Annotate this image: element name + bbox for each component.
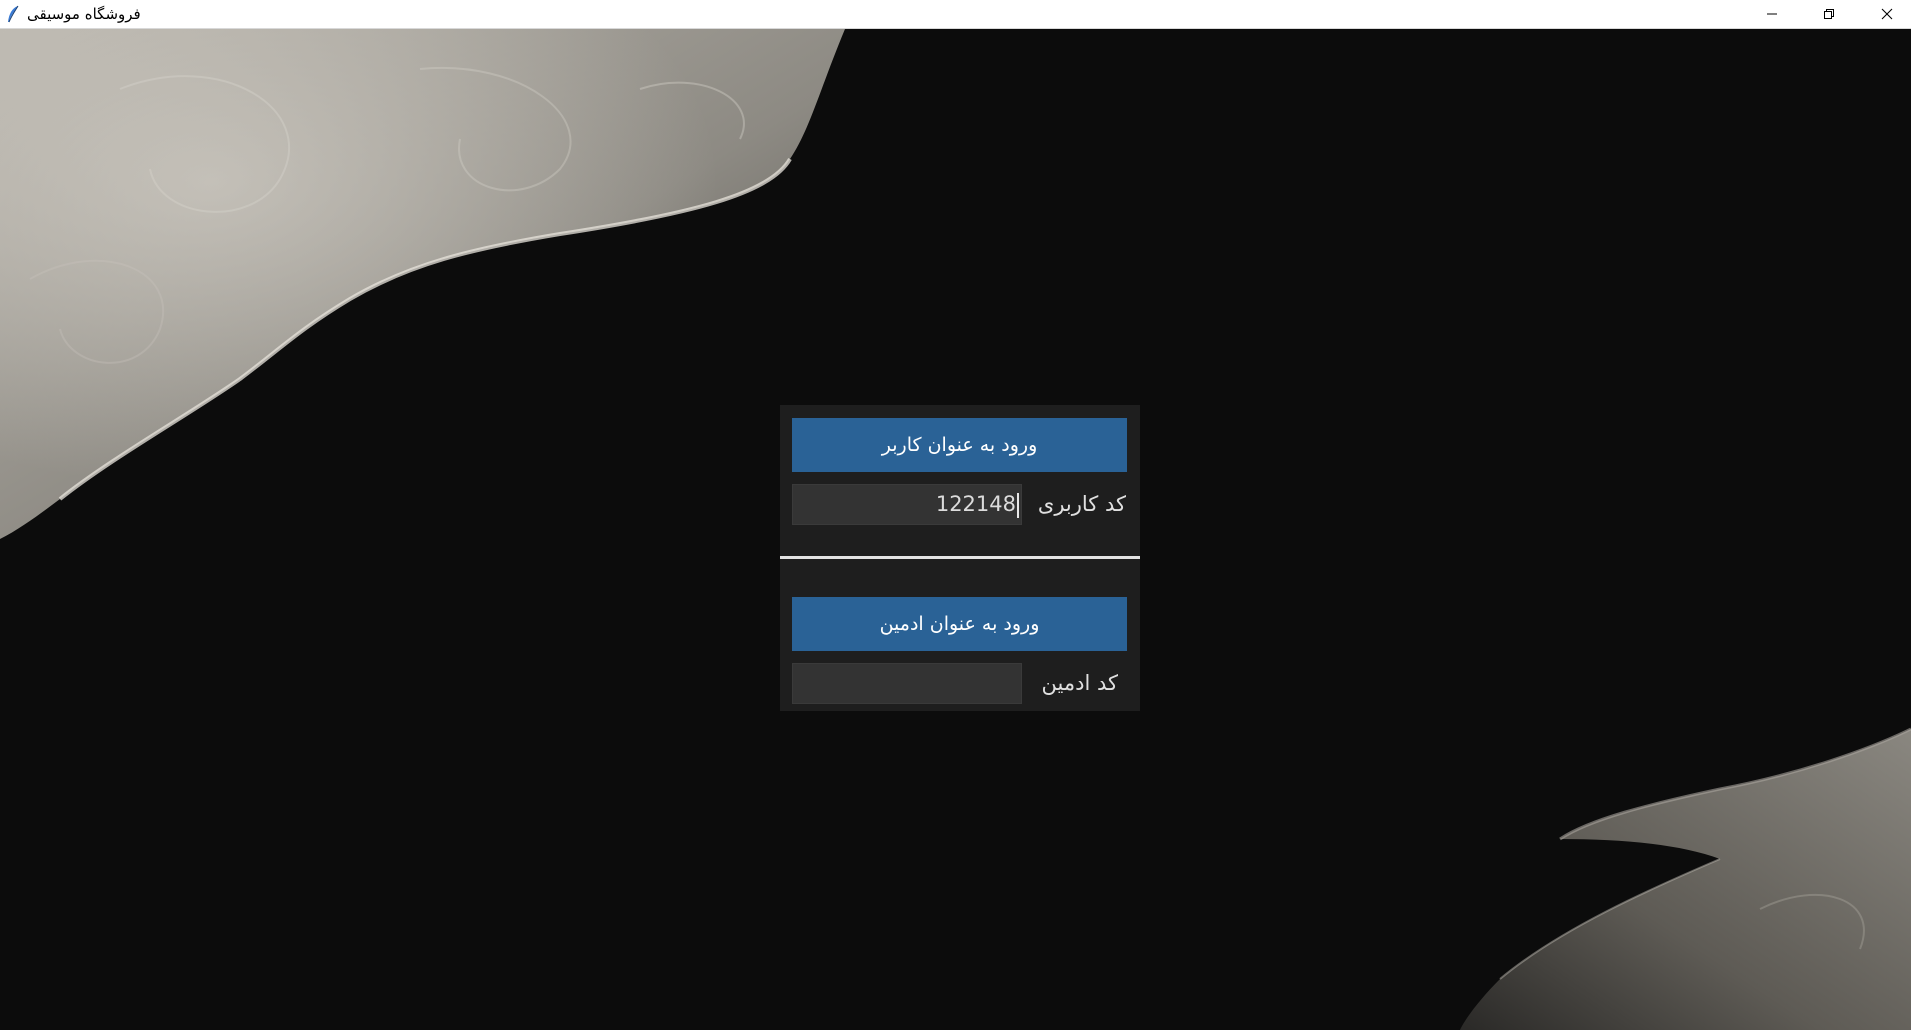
restore-icon xyxy=(1824,9,1834,19)
text-caret xyxy=(1017,492,1019,518)
close-button[interactable] xyxy=(1858,0,1911,28)
user-code-label: کد کاربری xyxy=(1037,492,1126,516)
admin-code-input[interactable] xyxy=(792,663,1022,704)
main-canvas: ورود به عنوان کاربر 122148 کد کاربری ورو… xyxy=(0,29,1911,1030)
admin-code-label: کد ادمین xyxy=(1041,671,1118,695)
section-divider xyxy=(780,556,1140,559)
close-icon xyxy=(1881,8,1893,20)
window-title: فروشگاه موسیقی xyxy=(27,5,141,23)
restore-button[interactable] xyxy=(1800,0,1858,28)
feather-icon xyxy=(8,5,19,23)
user-code-input[interactable]: 122148 xyxy=(792,484,1022,525)
user-login-button[interactable]: ورود به عنوان کاربر xyxy=(792,418,1127,472)
title-bar: فروشگاه موسیقی xyxy=(0,0,1911,29)
admin-login-button[interactable]: ورود به عنوان ادمین xyxy=(792,597,1127,651)
user-code-value: 122148 xyxy=(935,492,1016,516)
minimize-icon xyxy=(1767,13,1777,15)
login-panel: ورود به عنوان کاربر 122148 کد کاربری ورو… xyxy=(780,405,1140,711)
minimize-button[interactable] xyxy=(1743,0,1801,28)
